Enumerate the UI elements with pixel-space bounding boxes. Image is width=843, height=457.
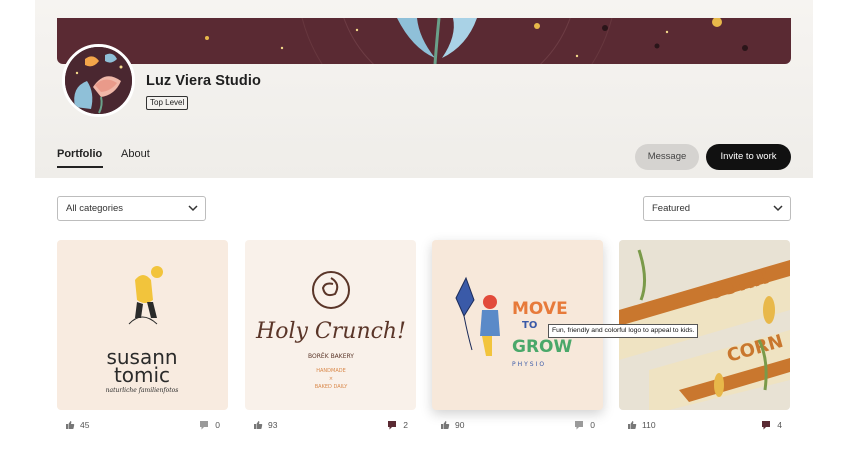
chevron-down-icon (773, 205, 783, 212)
invite-to-work-button[interactable]: Invite to work (706, 144, 791, 170)
like-count: 93 (268, 420, 278, 430)
like-count: 45 (80, 420, 90, 430)
comment-icon[interactable] (761, 420, 771, 430)
svg-text:BAKED DAILY: BAKED DAILY (315, 384, 349, 390)
comment-icon[interactable] (199, 420, 209, 430)
thumbs-up-icon[interactable] (440, 420, 450, 430)
tab-about[interactable]: About (121, 148, 150, 160)
comment-count: 0 (215, 420, 220, 430)
comment-count: 2 (403, 420, 408, 430)
svg-text:Holy Crunch!: Holy Crunch! (255, 319, 406, 344)
level-badge: Top Level (146, 96, 189, 110)
card-tooltip: Fun, friendly and colorful logo to appea… (548, 324, 699, 338)
svg-text:tomic: tomic (114, 363, 170, 387)
svg-text:GROW: GROW (512, 337, 572, 357)
portfolio-card[interactable]: susann tomic naturliche familienfotos (57, 240, 228, 410)
thumbs-up-icon[interactable] (627, 420, 637, 430)
category-select[interactable]: All categories (57, 196, 206, 221)
chevron-down-icon (188, 205, 198, 212)
comment-icon[interactable] (387, 420, 397, 430)
svg-text:PHYSIO: PHYSIO (512, 361, 546, 368)
profile-banner (57, 18, 791, 64)
message-button[interactable]: Message (635, 144, 699, 170)
sort-select-value: Featured (652, 203, 691, 214)
portfolio-card[interactable]: Holy Crunch! BORÊK BAKERY HANDMADE × BAK… (245, 240, 416, 410)
thumbs-up-icon[interactable] (65, 420, 75, 430)
sort-select[interactable]: Featured (643, 196, 791, 221)
holy-crunch-logo-artwork: Holy Crunch! BORÊK BAKERY HANDMADE × BAK… (255, 271, 406, 390)
susann-tomic-logo-artwork: susann tomic naturliche familienfotos (106, 266, 179, 394)
card-stats: 45 0 (57, 418, 228, 434)
thumbs-up-icon[interactable] (253, 420, 263, 430)
svg-text:×: × (329, 376, 333, 382)
like-count: 110 (642, 420, 656, 430)
svg-text:HANDMADE: HANDMADE (316, 368, 346, 374)
card-stats: 110 4 (619, 418, 790, 434)
avatar[interactable] (62, 44, 135, 117)
studio-name: Luz Viera Studio (146, 73, 261, 89)
card-stats: 93 2 (245, 418, 416, 434)
svg-text:MOVE: MOVE (512, 299, 568, 319)
category-select-value: All categories (66, 203, 124, 214)
svg-text:BORÊK BAKERY: BORÊK BAKERY (308, 352, 354, 360)
card-stats: 90 0 (432, 418, 603, 434)
like-count: 90 (455, 420, 465, 430)
svg-text:naturliche familienfotos: naturliche familienfotos (106, 387, 179, 394)
comment-icon[interactable] (574, 420, 584, 430)
tab-portfolio[interactable]: Portfolio (57, 148, 102, 160)
active-tab-indicator (57, 166, 103, 168)
comment-count: 4 (777, 420, 782, 430)
comment-count: 0 (590, 420, 595, 430)
svg-text:TO: TO (522, 320, 537, 331)
